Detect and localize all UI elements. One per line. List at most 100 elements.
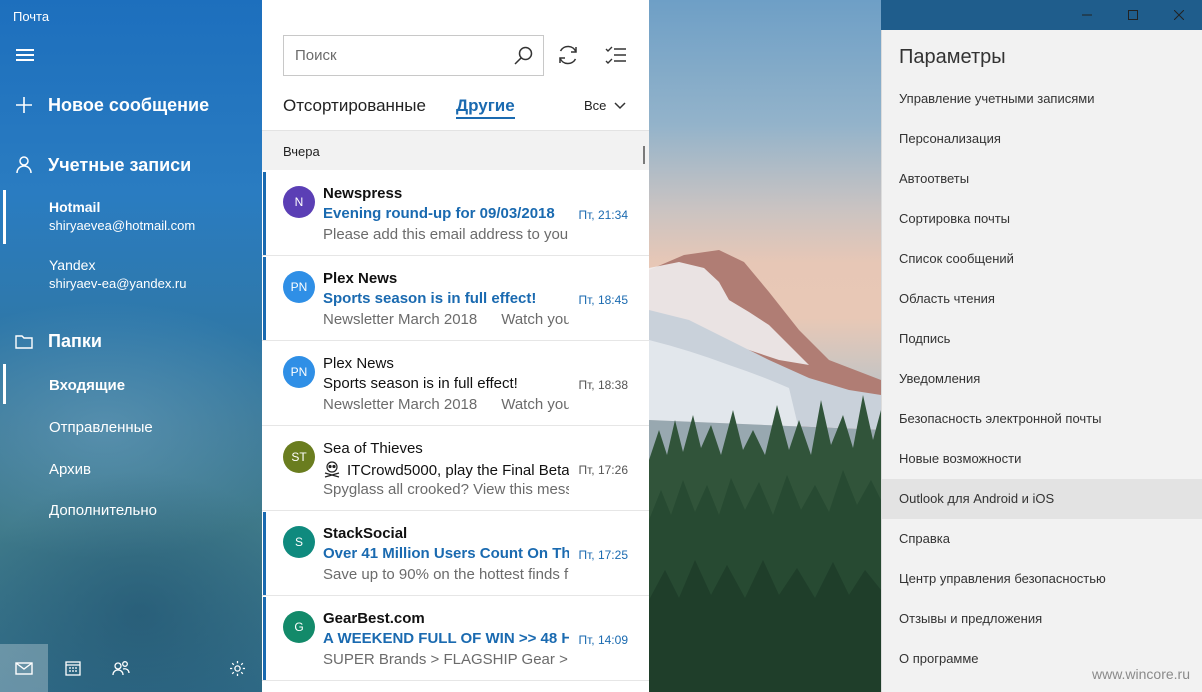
sender-avatar: ST (283, 441, 315, 473)
settings-item[interactable]: Подпись (882, 319, 1202, 359)
folder-sent[interactable]: Отправленные (49, 419, 153, 436)
message-sender: GearBest.com (323, 610, 425, 627)
date-group-label: Вчера (283, 144, 320, 159)
settings-item[interactable]: Список сообщений (882, 239, 1202, 279)
account-yandex[interactable]: Yandex shiryaev-ea@yandex.ru (0, 257, 262, 291)
folder-icon (0, 334, 48, 349)
settings-item[interactable]: Центр управления безопасностью (882, 559, 1202, 599)
scrollbar-thumb[interactable] (643, 146, 645, 164)
search-icon[interactable] (514, 46, 533, 70)
message-time: Пт, 17:26 (578, 463, 629, 477)
message-subject: Evening round-up for 09/03/2018 (323, 205, 569, 222)
message-time: Пт, 21:34 (578, 208, 629, 222)
settings-pane: Параметры Управление учетными записями Пе… (881, 30, 1202, 692)
message-subject: Sports season is in full effect! (323, 375, 569, 392)
date-group-header: Вчера (262, 130, 649, 170)
message-preview-text-2: Watch you (501, 311, 569, 328)
people-icon[interactable] (97, 644, 145, 692)
settings-gear-icon[interactable] (213, 644, 261, 692)
message-preview-text: Newsletter March 2018 (323, 311, 478, 328)
message-preview: Newsletter March 2018 Watch you (323, 396, 569, 413)
account-hotmail[interactable]: Hotmail shiryaevea@hotmail.com (0, 199, 262, 233)
tab-focused[interactable]: Отсортированные (283, 96, 426, 116)
account-name: Hotmail (49, 199, 101, 215)
filter-dropdown[interactable]: Все (584, 98, 626, 113)
folders-label: Папки (48, 330, 102, 351)
message-preview: SUPER Brands > FLAGSHIP Gear > RC (323, 651, 569, 668)
message-item[interactable]: ST Sea of Thieves ITCrowd5000, play the Fi… (262, 426, 649, 511)
message-time: Пт, 14:09 (578, 633, 629, 647)
message-time: Пт, 18:45 (578, 293, 629, 307)
message-subject-text: Sports season is in full effect! (323, 375, 518, 392)
person-icon (0, 156, 48, 174)
message-item[interactable]: N Newspress Evening round-up for 09/03/201… (262, 171, 649, 256)
watermark: www.wincore.ru (1091, 666, 1190, 682)
new-message-label: Новое сообщение (48, 94, 210, 115)
message-preview: Newsletter March 2018 Watch you (323, 311, 569, 328)
message-preview-text: Spyglass all crooked? View this messa (323, 481, 569, 498)
maximize-icon[interactable] (1110, 0, 1156, 30)
new-message-button[interactable]: Новое сообщение (0, 90, 262, 120)
settings-item[interactable]: Область чтения (882, 279, 1202, 319)
message-subject-text: ITCrowd5000, play the Final Beta (347, 462, 569, 479)
message-subject-text: Evening round-up for 09/03/2018 (323, 205, 555, 222)
folders-header[interactable]: Папки (0, 326, 262, 356)
settings-item[interactable]: Уведомления (882, 359, 1202, 399)
search-box[interactable] (283, 35, 544, 76)
message-item[interactable]: PN Plex News Sports season is in full effe… (262, 341, 649, 426)
bottom-app-bar (0, 644, 262, 692)
message-list-pane: Отсортированные Другие Все Вчера N Newspr… (262, 0, 649, 692)
message-preview-text-2: Watch you (501, 396, 569, 413)
window-controls (1064, 0, 1202, 30)
settings-item[interactable]: Отзывы и предложения (882, 599, 1202, 639)
settings-item[interactable]: Управление учетными записями (882, 79, 1202, 119)
message-item[interactable]: S StackSocial Over 41 Million Users Count … (262, 511, 649, 596)
message-subject: ITCrowd5000, play the Final Beta (323, 460, 569, 482)
selection-mode-icon[interactable] (602, 41, 630, 69)
settings-item[interactable]: Автоответы (882, 159, 1202, 199)
settings-item[interactable]: Справка (882, 519, 1202, 559)
chevron-down-icon (614, 101, 626, 109)
sender-avatar: PN (283, 356, 315, 388)
message-item[interactable]: G GearBest.com A WEEKEND FULL OF WIN >> 48… (262, 596, 649, 681)
message-sender: Sea of Thieves (323, 440, 423, 457)
message-sender: Newspress (323, 185, 403, 202)
settings-title: Параметры (899, 46, 1006, 68)
folder-more[interactable]: Дополнительно (49, 502, 157, 519)
settings-item[interactable]: Безопасность электронной почты (882, 399, 1202, 439)
tab-other[interactable]: Другие (456, 96, 515, 119)
message-subject-text: Sports season is in full effect! (323, 290, 537, 307)
message-time: Пт, 17:25 (578, 548, 629, 562)
message-time: Пт, 18:38 (578, 378, 629, 392)
sync-icon[interactable] (554, 41, 582, 69)
message-preview-text: SUPER Brands > FLAGSHIP Gear > RC (323, 651, 569, 668)
search-input[interactable] (295, 47, 505, 64)
calendar-icon[interactable] (49, 644, 97, 692)
sender-avatar: N (283, 186, 315, 218)
settings-item[interactable]: Сортировка почты (882, 199, 1202, 239)
sender-avatar: S (283, 526, 315, 558)
close-icon[interactable] (1156, 0, 1202, 30)
account-name: Yandex (49, 257, 96, 273)
settings-item[interactable]: Outlook для Android и iOS (882, 479, 1202, 519)
folder-inbox[interactable]: Входящие (49, 377, 125, 394)
hamburger-menu-icon[interactable] (16, 48, 34, 62)
account-email: shiryaev-ea@yandex.ru (49, 276, 187, 291)
settings-item[interactable]: Персонализация (882, 119, 1202, 159)
message-sender: Plex News (323, 270, 398, 287)
skull-crossbones-icon (323, 460, 341, 482)
minimize-icon[interactable] (1064, 0, 1110, 30)
filter-label: Все (584, 98, 607, 113)
navigation-pane: Почта Новое сообщение Учетные записи Hot… (0, 0, 262, 692)
settings-item[interactable]: Новые возможности (882, 439, 1202, 479)
message-item[interactable]: PN Plex News Sports season is in full effe… (262, 256, 649, 341)
accounts-label: Учетные записи (48, 154, 192, 175)
message-preview: Please add this email address to your (323, 226, 569, 243)
message-preview: Save up to 90% on the hottest finds f (323, 566, 569, 583)
accounts-header[interactable]: Учетные записи (0, 150, 262, 180)
desktop-background-image (649, 0, 881, 692)
folder-archive[interactable]: Архив (49, 461, 91, 478)
message-subject: Sports season is in full effect! (323, 290, 569, 307)
app-title: Почта (13, 9, 50, 24)
mail-icon[interactable] (0, 644, 48, 692)
